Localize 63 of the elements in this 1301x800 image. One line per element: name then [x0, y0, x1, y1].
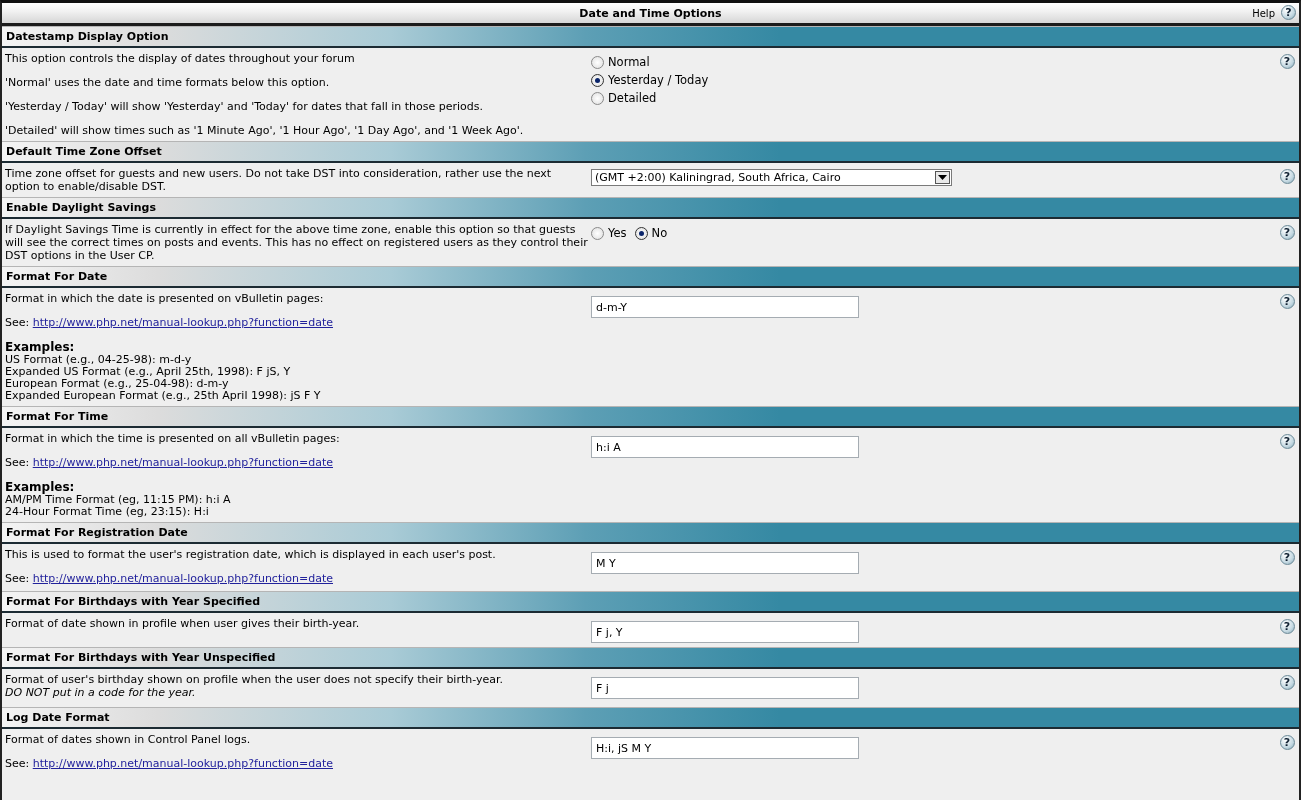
note-text: DO NOT put in a code for the year. [5, 686, 197, 699]
help-icon[interactable]: ? [1279, 550, 1295, 565]
text-input-field[interactable]: h:i A [591, 436, 859, 458]
description-text: Format in which the time is presented on all vBulletin pages: [5, 432, 341, 445]
section-title: Format For Birthdays with Year Unspecified [6, 651, 276, 664]
reference-link[interactable]: http://www.php.net/manual-lookup.php?function=date [32, 316, 333, 329]
text-input-field[interactable]: H:i, jS M Y [591, 737, 859, 759]
radio-option[interactable]: Detailed [591, 90, 1275, 106]
description-text: This option controls the display of dates throughout your forum [5, 52, 356, 65]
description-text: Format in which the date is presented on vBulletin pages: [5, 292, 325, 305]
radio-option[interactable]: No [634, 225, 668, 241]
reference-text: See: http://www.php.net/manual-lookup.php?function=date [5, 316, 334, 329]
description-text: 'Detailed' will show times such as '1 Minute Ago', '1 Hour Ago', '1 Day Ago', and '1 Week Ago'. [5, 124, 525, 137]
reference-text: See: http://www.php.net/manual-lookup.php?function=date [5, 456, 334, 469]
help-link[interactable]: Help [1252, 8, 1275, 19]
radio-option[interactable]: Yes [591, 225, 627, 241]
example-line: 24-Hour Format Time (eg, 23:15): H:i [5, 506, 210, 518]
help-icon[interactable]: ? [1279, 735, 1295, 750]
help-icon[interactable]: ? [1281, 5, 1296, 20]
section-title: Enable Daylight Savings [6, 201, 156, 214]
description-text: This is used to format the user's registration date, which is displayed in each user's post. [5, 548, 497, 561]
help-icon[interactable]: ? [1279, 54, 1295, 69]
text-input-field[interactable]: d-m-Y [591, 296, 859, 318]
help-icon[interactable]: ? [1279, 294, 1295, 309]
radio-option[interactable]: Normal [591, 54, 1275, 70]
section-title: Datestamp Display Option [6, 30, 169, 43]
example-line: AM/PM Time Format (eg, 11:15 PM): h:i A [5, 494, 232, 506]
caret-icon [938, 175, 947, 180]
description-text: 'Yesterday / Today' will show 'Yesterday' and 'Today' for dates that fall in those periods. [5, 100, 485, 113]
reference-link[interactable]: http://www.php.net/manual-lookup.php?function=date [32, 572, 333, 585]
reference-text: See: http://www.php.net/manual-lookup.php?function=date [5, 757, 334, 770]
description-text: Format of dates shown in Control Panel logs. [5, 733, 252, 746]
section-title: Format For Time [6, 410, 109, 423]
section-title: Format For Date [6, 270, 108, 283]
help-icon[interactable]: ? [1279, 169, 1295, 184]
example-line: US Format (e.g., 04-25-98): m-d-y [5, 354, 193, 366]
panel-title: Date and Time Options [579, 6, 722, 20]
reference-link[interactable]: http://www.php.net/manual-lookup.php?function=date [32, 456, 333, 469]
section-title: Log Date Format [6, 711, 110, 724]
section-title: Format For Birthdays with Year Specified [6, 595, 261, 608]
text-input-field[interactable]: F j, Y [591, 621, 859, 643]
section-title: Format For Registration Date [6, 526, 188, 539]
help-icon[interactable]: ? [1279, 675, 1295, 690]
section-title: Default Time Zone Offset [6, 145, 162, 158]
help-icon[interactable]: ? [1279, 225, 1295, 240]
reference-link[interactable]: http://www.php.net/manual-lookup.php?function=date [32, 757, 333, 770]
description-text: Format of date shown in profile when user gives their birth-year. [5, 617, 361, 630]
text-input-field[interactable]: F j [591, 677, 859, 699]
reference-text: See: http://www.php.net/manual-lookup.php?function=date [5, 572, 334, 585]
example-line: Expanded European Format (e.g., 25th April 1998): jS F Y [5, 390, 322, 402]
description-text: If Daylight Savings Time is currently in effect for the above time zone, enable this option so that guests will see the correct times on posts and events. This has no effect on registered users as they control their DST options in the User CP. [5, 223, 589, 262]
text-input-field[interactable]: M Y [591, 552, 859, 574]
radio-option[interactable]: Yesterday / Today [591, 72, 1275, 88]
example-line: Expanded US Format (e.g., April 25th, 1998): F jS, Y [5, 366, 292, 378]
help-icon[interactable]: ? [1279, 619, 1295, 634]
description-text: Format of user's birthday shown on profile when the user does not specify their birth-year. [5, 673, 505, 686]
help-icon[interactable]: ? [1279, 434, 1295, 449]
description-text: Time zone offset for guests and new users. Do not take DST into consideration, rather use the next option to enable/disable DST. [5, 167, 553, 193]
description-text: 'Normal' uses the date and time formats below this option. [5, 76, 331, 89]
example-line: European Format (e.g., 25-04-98): d-m-y [5, 378, 230, 390]
time-zone-dropdown[interactable]: (GMT +2:00) Kaliningrad, South Africa, Cairo [591, 169, 952, 186]
examples-heading: Examples: [5, 341, 76, 354]
examples-heading: Examples: [5, 481, 76, 494]
